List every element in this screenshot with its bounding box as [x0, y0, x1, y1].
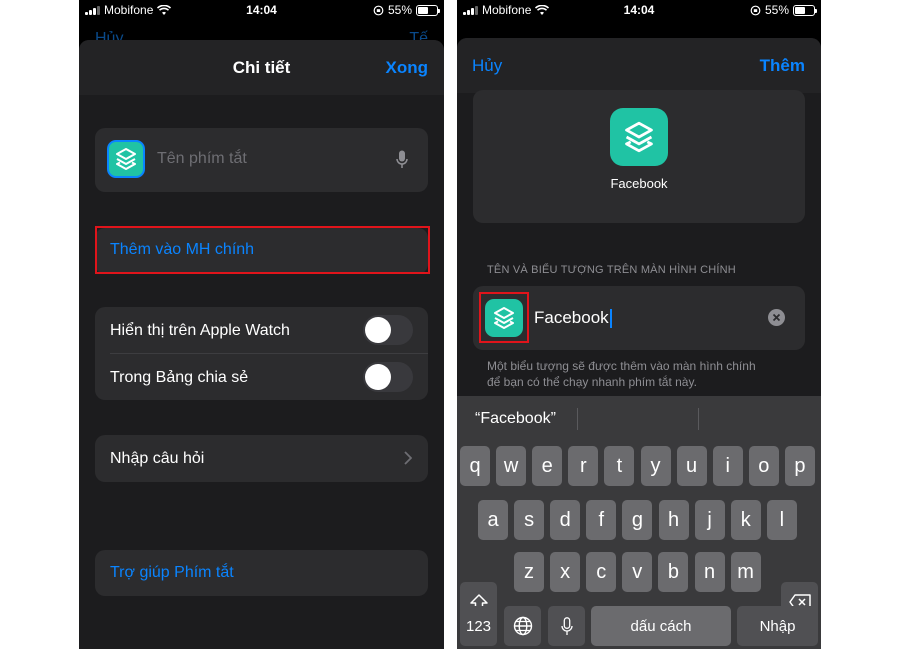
- footer-line-1: Một biểu tượng sẽ được thêm vào màn hình…: [487, 359, 756, 373]
- key-l[interactable]: l: [766, 500, 797, 540]
- key-b[interactable]: b: [658, 552, 689, 592]
- cancel-button[interactable]: Hủy: [472, 56, 502, 76]
- chevron-right-icon: [404, 451, 412, 465]
- status-bar: Mobifone 14:04 55%: [79, 0, 444, 22]
- footer-line-2: để bạn có thể chạy nhanh phím tắt này.: [487, 375, 697, 389]
- key-s[interactable]: s: [514, 500, 545, 540]
- suggestion-item[interactable]: “Facebook”: [475, 410, 556, 428]
- section-header: TÊN VÀ BIỂU TƯỢNG TRÊN MÀN HÌNH CHÍNH: [487, 264, 736, 276]
- nav-bar: Hủy Thêm: [457, 38, 821, 93]
- preview-name: Facebook: [610, 176, 668, 191]
- numbers-key[interactable]: 123: [460, 606, 497, 646]
- shortcuts-help-link[interactable]: Trợ giúp Phím tắt: [110, 564, 234, 582]
- footer-note: Một biểu tượng sẽ được thêm vào màn hình…: [487, 358, 756, 390]
- battery-icon: [793, 4, 817, 16]
- key-y[interactable]: y: [640, 446, 671, 486]
- dictation-key[interactable]: [548, 606, 585, 646]
- key-i[interactable]: i: [712, 446, 743, 486]
- globe-icon: [513, 616, 532, 636]
- ask-question-label: Nhập câu hỏi: [110, 450, 205, 467]
- shortcuts-app-icon: [116, 148, 136, 170]
- add-button[interactable]: Thêm: [760, 56, 805, 76]
- key-z[interactable]: z: [514, 552, 544, 592]
- key-k[interactable]: k: [730, 500, 761, 540]
- left-phone-screen: Mobifone 14:04 55% Hủy Tế Chi tiết Xong …: [79, 0, 444, 649]
- globe-key[interactable]: [504, 606, 541, 646]
- share-sheet-toggle[interactable]: [363, 362, 413, 392]
- key-f[interactable]: f: [586, 500, 617, 540]
- microphone-icon[interactable]: [396, 150, 408, 169]
- orientation-lock-icon: [373, 5, 384, 15]
- ask-question-row[interactable]: Nhập câu hỏi: [95, 435, 428, 482]
- key-v[interactable]: v: [622, 552, 653, 592]
- key-g[interactable]: g: [622, 500, 653, 540]
- battery-icon: [416, 4, 440, 16]
- apple-watch-label: Hiển thị trên Apple Watch: [110, 322, 290, 339]
- shortcut-icon-button[interactable]: [107, 140, 145, 178]
- shortcut-name-input[interactable]: Tên phím tắt: [157, 150, 247, 168]
- apple-watch-toggle[interactable]: [363, 315, 413, 345]
- shortcuts-app-icon: [625, 121, 653, 153]
- key-m[interactable]: m: [730, 552, 761, 592]
- home-preview-card: Facebook: [473, 90, 805, 223]
- key-u[interactable]: u: [676, 446, 707, 486]
- underlying-nav: Hủy Tế: [79, 22, 444, 47]
- key-w[interactable]: w: [496, 446, 527, 486]
- status-bar: Mobifone 14:04 55%: [457, 0, 821, 22]
- return-key[interactable]: Nhập: [737, 606, 818, 646]
- key-n[interactable]: n: [694, 552, 725, 592]
- highlight-box-icon: [479, 292, 529, 343]
- right-phone-screen: Mobifone 14:04 55% Hủy Thêm Facebook TÊN…: [457, 0, 821, 649]
- highlight-box-add-home: [95, 226, 430, 274]
- microphone-icon: [560, 616, 573, 635]
- done-button[interactable]: Xong: [386, 58, 429, 78]
- suggestion-divider: [698, 408, 699, 430]
- key-h[interactable]: h: [658, 500, 689, 540]
- space-key[interactable]: dấu cách: [591, 606, 731, 646]
- home-name-value: Facebook: [534, 308, 609, 327]
- divider: [110, 353, 428, 354]
- battery-percent: 55%: [387, 3, 412, 17]
- orientation-lock-icon: [750, 5, 761, 15]
- home-name-input[interactable]: Facebook: [534, 308, 612, 328]
- key-q[interactable]: q: [460, 446, 490, 486]
- key-p[interactable]: p: [784, 446, 815, 486]
- shortcut-name-row: Tên phím tắt: [95, 128, 428, 192]
- key-t[interactable]: t: [604, 446, 635, 486]
- key-o[interactable]: o: [748, 446, 779, 486]
- text-cursor: [609, 308, 612, 328]
- key-a[interactable]: a: [478, 500, 508, 540]
- key-e[interactable]: e: [532, 446, 563, 486]
- key-r[interactable]: r: [568, 446, 599, 486]
- toggle-group: Hiển thị trên Apple Watch Trong Bảng chi…: [95, 307, 428, 400]
- keyboard: “Facebook” qwertyuiop asdfghjkl zxcvbnm …: [457, 396, 821, 649]
- share-sheet-label: Trong Bảng chia sẻ: [110, 369, 249, 386]
- suggestion-divider: [577, 408, 578, 430]
- details-sheet: Chi tiết Xong Tên phím tắt Thêm vào MH c…: [79, 40, 444, 649]
- key-x[interactable]: x: [550, 552, 581, 592]
- key-j[interactable]: j: [694, 500, 725, 540]
- battery-percent: 55%: [764, 3, 789, 17]
- help-row[interactable]: Trợ giúp Phím tắt: [95, 550, 428, 596]
- nav-bar: Chi tiết Xong: [79, 40, 444, 95]
- key-c[interactable]: c: [586, 552, 617, 592]
- key-d[interactable]: d: [550, 500, 581, 540]
- preview-icon: [610, 108, 668, 166]
- clear-text-icon[interactable]: [768, 309, 785, 326]
